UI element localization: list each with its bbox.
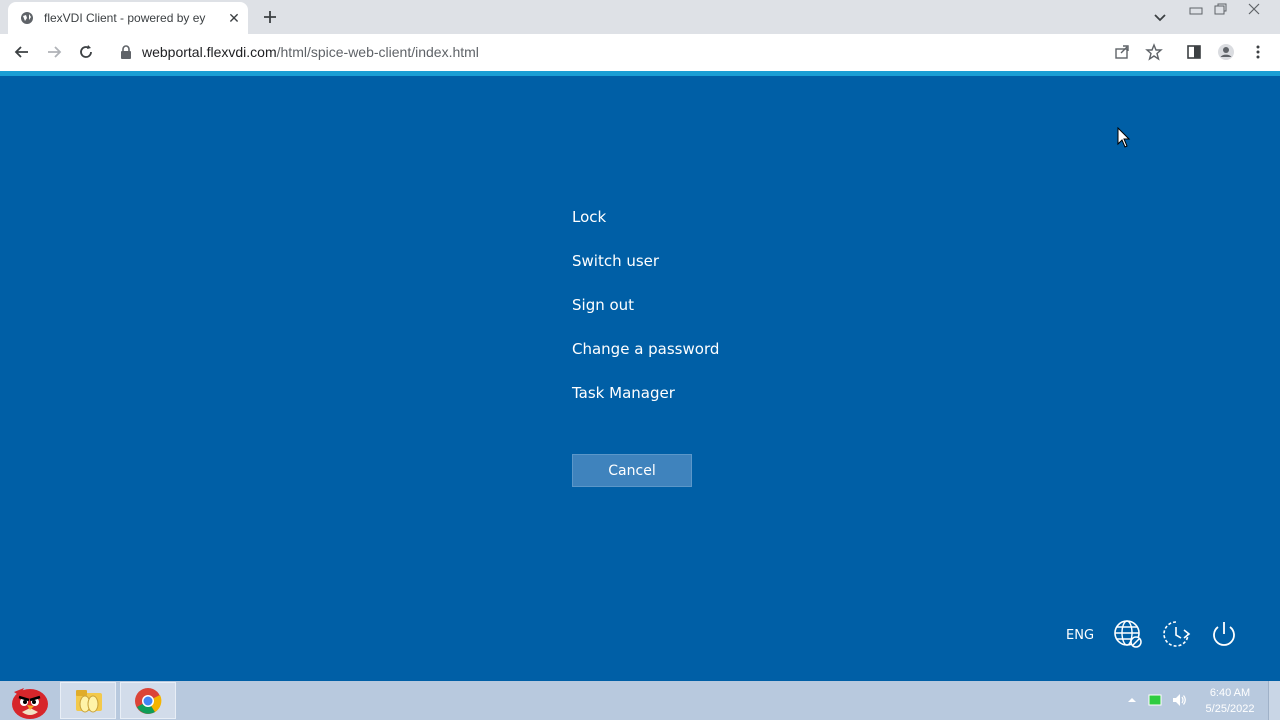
- forward-icon[interactable]: [44, 42, 64, 62]
- taskbar-clock[interactable]: 6:40 AM 5/25/2022: [1196, 685, 1264, 717]
- globe-icon: [21, 12, 33, 24]
- switch-user-option[interactable]: Switch user: [572, 252, 659, 270]
- side-panel-icon[interactable]: [1185, 43, 1203, 61]
- lock-option[interactable]: Lock: [572, 208, 606, 226]
- url-path: /html/spice-web-client/index.html: [276, 44, 479, 60]
- task-manager-option[interactable]: Task Manager: [572, 384, 675, 402]
- minimize-icon[interactable]: [1186, 2, 1206, 16]
- show-desktop-button[interactable]: [1268, 681, 1280, 720]
- tab-close-icon[interactable]: ✕: [226, 10, 242, 26]
- clock-time: 6:40 AM: [1209, 687, 1251, 699]
- taskbar: 6:40 AM 5/25/2022: [0, 681, 1280, 720]
- file-explorer-icon: [76, 690, 102, 713]
- chrome-button[interactable]: [120, 682, 176, 719]
- restore-icon[interactable]: [1210, 2, 1230, 16]
- browser-toolbar: webportal.flexvdi.com/html/spice-web-cli…: [0, 34, 1280, 71]
- bookmark-star-icon[interactable]: [1145, 43, 1163, 61]
- chrome-icon: [135, 688, 162, 714]
- tab-title: flexVDI Client - powered by ey: [44, 11, 206, 25]
- back-icon[interactable]: [12, 42, 32, 62]
- profile-icon[interactable]: [1217, 43, 1235, 61]
- accessibility-icon[interactable]: [1160, 618, 1192, 650]
- browser-tab[interactable]: flexVDI Client - powered by ey ✕: [8, 2, 248, 34]
- menu-dots-icon[interactable]: [1249, 43, 1267, 61]
- url-host: webportal.flexvdi.com: [142, 44, 277, 60]
- sign-out-option[interactable]: Sign out: [572, 296, 634, 314]
- share-icon[interactable]: [1113, 43, 1131, 61]
- tab-search-chevron-icon[interactable]: [1152, 9, 1168, 25]
- new-tab-icon[interactable]: [260, 7, 280, 27]
- reload-icon[interactable]: [76, 42, 96, 62]
- language-indicator[interactable]: ENG: [1066, 628, 1094, 643]
- show-hidden-icons-icon[interactable]: [1124, 692, 1140, 708]
- mouse-cursor-icon: [1117, 127, 1131, 148]
- remote-desktop[interactable]: Lock Switch user Sign out Change a passw…: [0, 76, 1280, 681]
- clock-date: 5/25/2022: [1205, 703, 1255, 715]
- volume-icon[interactable]: [1171, 692, 1187, 708]
- lock-icon[interactable]: [120, 45, 132, 59]
- battery-status-icon[interactable]: [1147, 692, 1163, 708]
- close-window-icon[interactable]: [1244, 2, 1264, 16]
- change-password-option[interactable]: Change a password: [572, 340, 719, 358]
- network-icon[interactable]: [1112, 618, 1144, 650]
- browser-tabbar: flexVDI Client - powered by ey ✕: [0, 0, 1280, 34]
- angry-birds-icon[interactable]: [4, 682, 54, 720]
- address-bar[interactable]: webportal.flexvdi.com/html/spice-web-cli…: [142, 44, 479, 60]
- power-icon[interactable]: [1208, 618, 1240, 650]
- file-explorer-button[interactable]: [60, 682, 116, 719]
- cancel-button[interactable]: Cancel: [572, 454, 692, 487]
